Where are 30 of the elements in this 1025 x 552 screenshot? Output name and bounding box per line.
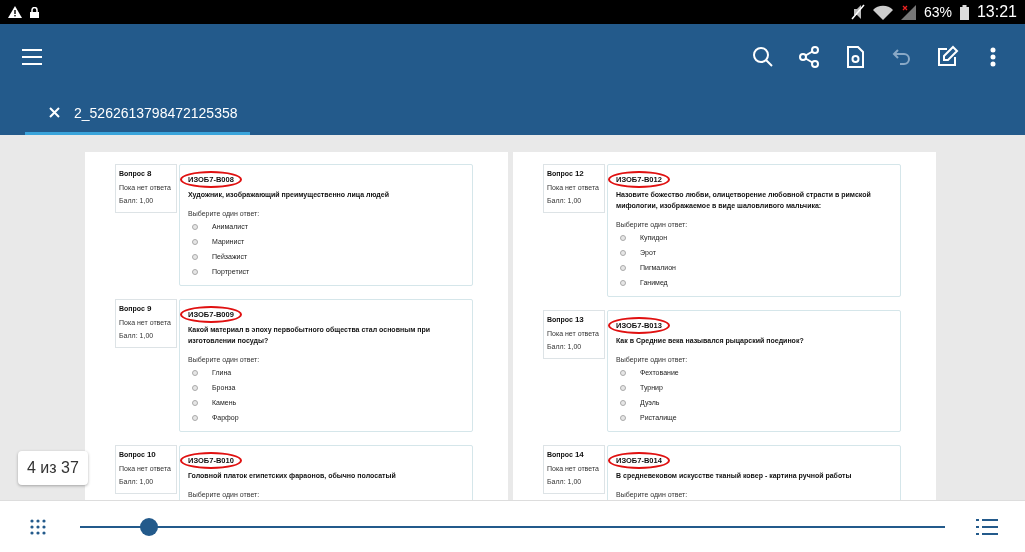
radio-button[interactable]	[192, 253, 198, 260]
radio-button[interactable]	[192, 238, 198, 245]
warning-icon	[8, 6, 22, 18]
close-icon[interactable]	[49, 107, 60, 118]
radio-button[interactable]	[620, 399, 626, 406]
edit-icon[interactable]	[935, 45, 959, 69]
radio-button[interactable]	[192, 414, 198, 421]
mute-icon	[850, 4, 865, 20]
radio-button[interactable]	[620, 369, 626, 376]
slider-thumb[interactable]	[140, 517, 159, 536]
radio-button[interactable]	[620, 234, 626, 241]
battery-percentage: 63%	[923, 4, 952, 20]
radio-button[interactable]	[620, 264, 626, 271]
share-icon[interactable]	[797, 45, 821, 69]
battery-icon	[959, 4, 969, 20]
clock: 13:21	[976, 3, 1017, 21]
radio-button[interactable]	[192, 223, 198, 230]
search-icon[interactable]	[751, 45, 775, 69]
radio-button[interactable]	[192, 369, 198, 376]
radio-button[interactable]	[192, 384, 198, 391]
page-counter: 4 из 37	[18, 451, 88, 485]
radio-button[interactable]	[620, 384, 626, 391]
lock-icon	[30, 6, 39, 18]
wifi-icon	[872, 4, 893, 20]
signal-icon	[900, 4, 916, 20]
radio-button[interactable]	[620, 249, 626, 256]
radio-button[interactable]	[620, 414, 626, 421]
radio-button[interactable]	[620, 279, 626, 286]
radio-button[interactable]	[192, 268, 198, 275]
radio-button[interactable]	[192, 399, 198, 406]
